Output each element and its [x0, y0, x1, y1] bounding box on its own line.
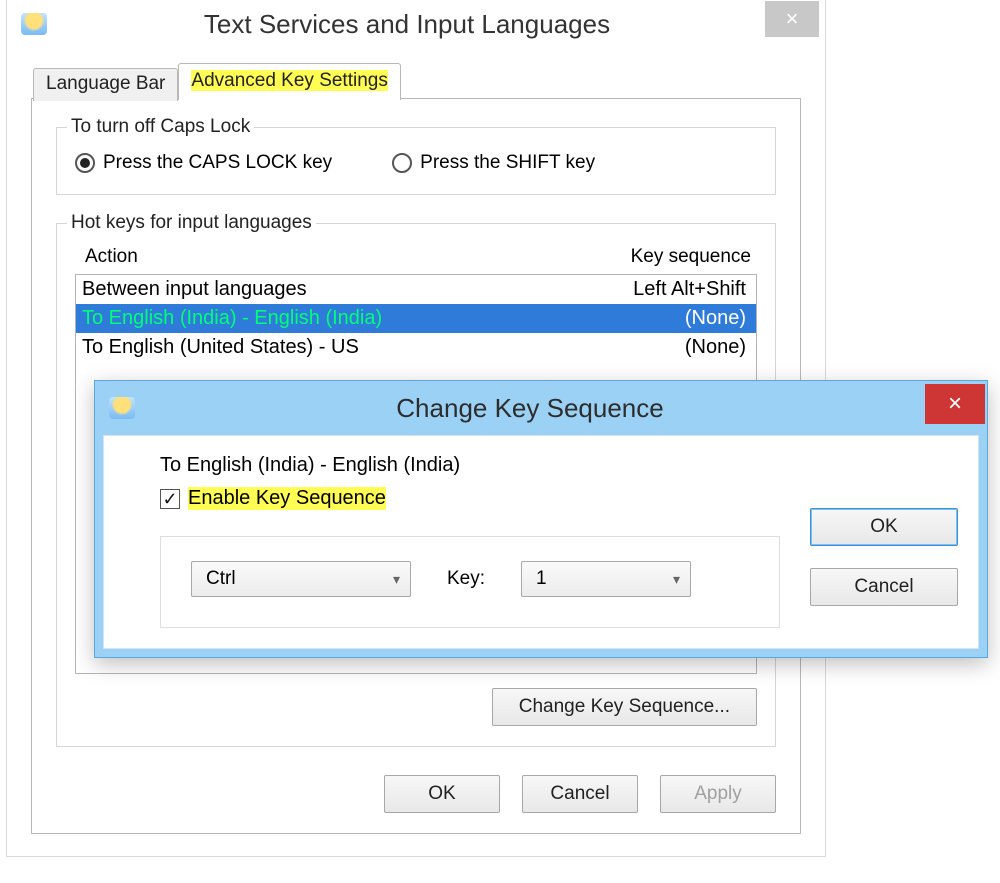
child-title: Change Key Sequence: [135, 393, 925, 424]
key-sequence-row: Ctrl ▾ Key: 1 ▾: [160, 536, 780, 628]
apply-button: Apply: [660, 775, 776, 813]
checkbox-icon: ✓: [160, 489, 180, 509]
titlebar[interactable]: Text Services and Input Languages ×: [7, 0, 825, 48]
hotkey-header: Action Key sequence: [75, 242, 757, 274]
radio-icon: [75, 153, 95, 173]
app-icon: [109, 397, 135, 419]
capslock-legend: To turn off Caps Lock: [67, 116, 254, 138]
radio-shift[interactable]: Press the SHIFT key: [392, 152, 595, 174]
radio-capslock[interactable]: Press the CAPS LOCK key: [75, 152, 332, 174]
close-icon[interactable]: ×: [765, 1, 819, 37]
cancel-button[interactable]: Cancel: [522, 775, 638, 813]
combo-value: Ctrl: [206, 568, 236, 590]
radio-label: Press the CAPS LOCK key: [103, 152, 332, 174]
hotkey-action: To English (United States) - US: [82, 336, 359, 359]
hotkey-row[interactable]: Between input languages Left Alt+Shift: [76, 275, 756, 304]
tab-label: Language Bar: [46, 73, 165, 94]
hotkey-action: To English (India) - English (India): [82, 307, 382, 330]
checkbox-label: Enable Key Sequence: [188, 487, 386, 510]
child-client: To English (India) - English (India) ✓ E…: [103, 435, 979, 649]
hotkey-sequence: Left Alt+Shift: [633, 278, 746, 301]
cancel-button[interactable]: Cancel: [810, 568, 958, 606]
chevron-down-icon: ▾: [673, 571, 680, 588]
change-key-sequence-dialog: Change Key Sequence × To English (India)…: [94, 380, 988, 658]
enable-key-sequence-checkbox[interactable]: ✓ Enable Key Sequence: [160, 487, 780, 510]
capslock-group: To turn off Caps Lock Press the CAPS LOC…: [56, 127, 776, 195]
hotkeys-legend: Hot keys for input languages: [67, 212, 316, 234]
key-combo[interactable]: 1 ▾: [521, 561, 691, 597]
change-key-sequence-button[interactable]: Change Key Sequence...: [492, 688, 757, 726]
tab-strip: Language Bar Advanced Key Settings: [33, 62, 801, 99]
close-icon[interactable]: ×: [925, 384, 985, 424]
col-sequence: Key sequence: [631, 246, 751, 268]
hotkey-action: Between input languages: [82, 278, 307, 301]
dialog-title: Text Services and Input Languages: [49, 9, 765, 40]
ok-button[interactable]: OK: [810, 508, 958, 546]
modifier-combo[interactable]: Ctrl ▾: [191, 561, 411, 597]
key-label: Key:: [447, 568, 485, 590]
tab-advanced-key-settings[interactable]: Advanced Key Settings: [178, 63, 400, 100]
dialog-button-row: OK Cancel Apply: [56, 775, 776, 813]
child-titlebar[interactable]: Change Key Sequence ×: [95, 381, 987, 435]
tab-language-bar[interactable]: Language Bar: [33, 68, 178, 101]
col-action: Action: [85, 246, 138, 268]
radio-icon: [392, 153, 412, 173]
combo-value: 1: [536, 568, 547, 590]
child-caption: To English (India) - English (India): [160, 454, 780, 477]
ok-button[interactable]: OK: [384, 775, 500, 813]
chevron-down-icon: ▾: [393, 571, 400, 588]
hotkey-row[interactable]: To English (India) - English (India) (No…: [76, 304, 756, 333]
tab-label: Advanced Key Settings: [191, 70, 387, 91]
radio-label: Press the SHIFT key: [420, 152, 595, 174]
hotkey-row[interactable]: To English (United States) - US (None): [76, 333, 756, 362]
hotkey-sequence: (None): [685, 307, 746, 330]
hotkey-sequence: (None): [685, 336, 746, 359]
app-icon: [21, 13, 47, 35]
